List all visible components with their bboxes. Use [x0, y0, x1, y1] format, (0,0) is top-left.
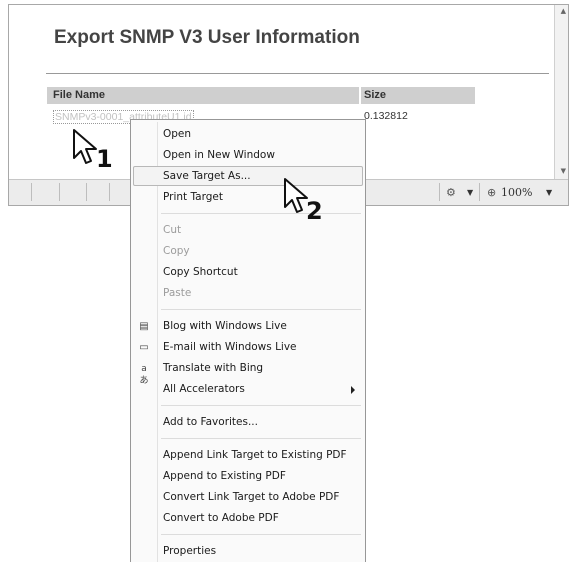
protected-mode-icon[interactable]: ⚙ — [446, 186, 456, 199]
column-separator — [359, 87, 361, 104]
file-size: 0.132812 — [364, 110, 408, 122]
zoom-icon[interactable]: ⊕ — [487, 186, 496, 199]
blog-icon: ▤ — [139, 321, 149, 332]
email-icon: ▭ — [139, 342, 149, 353]
menu-item-email-windows-live[interactable]: E-mail with Windows Live — [163, 341, 297, 354]
menu-item-save-target-as[interactable]: Save Target As... — [163, 170, 251, 183]
step-number-1: 1 — [96, 145, 113, 173]
menu-separator — [161, 438, 361, 439]
menu-separator — [161, 309, 361, 310]
column-header-file-name: File Name — [53, 89, 105, 101]
chevron-down-icon[interactable]: ▼ — [467, 188, 473, 197]
menu-item-copy: Copy — [163, 245, 190, 257]
menu-separator — [161, 405, 361, 406]
menu-separator — [161, 213, 361, 214]
menu-item-convert-to-pdf[interactable]: Convert to Adobe PDF — [163, 512, 279, 525]
menu-item-blog-windows-live[interactable]: Blog with Windows Live — [163, 320, 287, 333]
menu-separator — [161, 534, 361, 535]
menu-item-cut: Cut — [163, 224, 182, 236]
step-number-2: 2 — [306, 197, 323, 225]
status-divider — [479, 183, 480, 201]
menu-item-open-new-window[interactable]: Open in New Window — [163, 149, 275, 162]
menu-item-all-accelerators[interactable]: All Accelerators — [163, 383, 245, 396]
menu-item-paste: Paste — [163, 287, 192, 299]
menu-item-convert-link-target-pdf[interactable]: Convert Link Target to Adobe PDF — [163, 491, 339, 504]
title-divider — [46, 73, 549, 74]
menu-item-print-target[interactable]: Print Target — [163, 191, 223, 204]
menu-icon-gutter — [157, 122, 158, 562]
context-menu: Open Open in New Window Save Target As..… — [130, 119, 366, 562]
menu-item-properties[interactable]: Properties — [163, 545, 216, 558]
scroll-down-arrow-icon[interactable]: ▼ — [561, 167, 566, 175]
menu-item-add-to-favorites[interactable]: Add to Favorites... — [163, 416, 258, 429]
status-divider — [59, 183, 60, 201]
status-divider — [439, 183, 440, 201]
menu-item-copy-shortcut[interactable]: Copy Shortcut — [163, 266, 238, 279]
status-divider — [31, 183, 32, 201]
scroll-up-arrow-icon[interactable]: ▲ — [561, 7, 566, 15]
vertical-scrollbar[interactable]: ▲ ▼ — [554, 5, 568, 180]
column-header-size: Size — [364, 89, 387, 101]
status-divider — [86, 183, 87, 201]
zoom-level[interactable]: 100% — [501, 186, 532, 199]
menu-item-translate-bing[interactable]: Translate with Bing — [163, 362, 263, 375]
submenu-arrow-icon — [351, 386, 355, 394]
menu-item-open[interactable]: Open — [163, 128, 191, 141]
zoom-dropdown-chevron-icon[interactable]: ▼ — [546, 188, 552, 197]
table-header: File Name Size — [47, 87, 475, 104]
menu-item-append-existing-pdf[interactable]: Append to Existing PDF — [163, 470, 286, 483]
menu-item-append-link-target-pdf[interactable]: Append Link Target to Existing PDF — [163, 449, 347, 462]
page-title: Export SNMP V3 User Information — [54, 27, 360, 48]
status-divider — [109, 183, 110, 201]
translate-icon: aあ — [139, 364, 149, 386]
